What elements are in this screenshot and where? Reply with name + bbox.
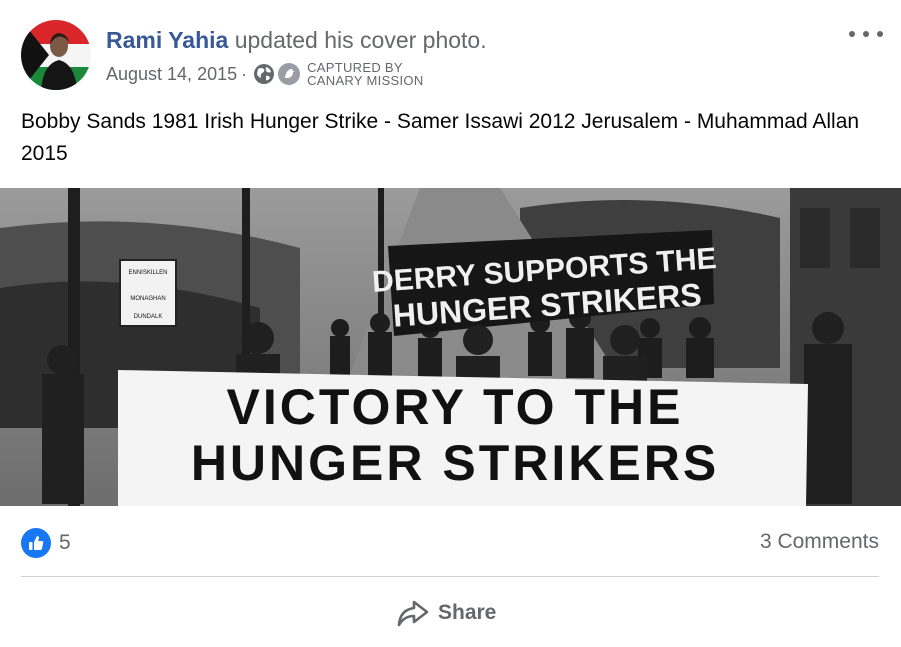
more-dot [863,31,869,37]
watermark-line-2: CANARY MISSION [307,73,424,88]
avatar[interactable] [21,20,91,90]
more-options-icon[interactable] [849,24,883,44]
captured-by-watermark: CAPTURED BY CANARY MISSION [307,61,423,87]
more-dot [849,31,855,37]
avatar-image [21,20,91,90]
post-date-link[interactable]: August 14, 2015 [106,64,237,85]
facebook-post: Rami Yahia updated his cover photo. Augu… [0,0,901,647]
canary-mission-logo-icon [278,63,301,85]
reaction-count: 5 [59,531,71,554]
post-meta: August 14, 2015 · CAPTURED BY CANARY MIS… [106,60,424,88]
more-dot [877,31,883,37]
road-sign-line-2: MONAGHAN [130,296,165,302]
divider [21,576,879,577]
share-icon [397,600,429,627]
post-caption: Bobby Sands 1981 Irish Hunger Strike - S… [21,110,860,165]
post-action-text: updated his cover photo. [234,27,487,53]
meta-separator: · [241,63,248,84]
road-sign-line-1: ENNISKILLEN [128,270,167,276]
banner-text-line-2: HUNGER STRIKERS [191,435,719,491]
banner-text-line-1: VICTORY TO THE [227,379,684,435]
author-name-link[interactable]: Rami Yahia [106,27,228,53]
post-header-title: Rami Yahia updated his cover photo. [106,26,487,54]
road-sign-line-3: DUNDALK [134,314,163,320]
like-icon [21,528,51,558]
comments-count-link[interactable]: 3 Comments [760,528,879,556]
share-label: Share [438,601,497,624]
cover-photo-image: ENNISKILLEN MONAGHAN DUNDALK DERRY SUPPO… [0,188,901,506]
reactions-summary[interactable]: 5 [21,528,71,558]
globe-icon[interactable] [253,63,275,85]
share-button[interactable]: Share [396,594,496,632]
cover-photo[interactable]: ENNISKILLEN MONAGHAN DUNDALK DERRY SUPPO… [0,188,901,506]
